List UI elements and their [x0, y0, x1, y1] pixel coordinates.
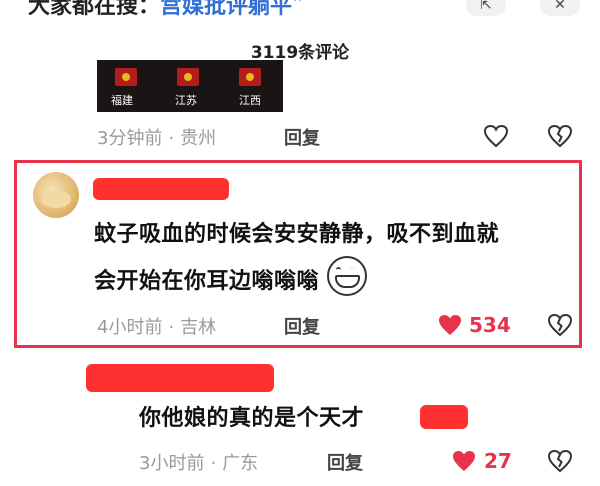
redacted-username: [93, 178, 229, 200]
comment-time: 3小时前: [139, 453, 205, 474]
share-icon[interactable]: ⇱: [466, 0, 506, 16]
reply-body: 你他娘的真的是个天才: [139, 398, 364, 440]
avatar[interactable]: [33, 172, 79, 218]
comment-meta: 3分钟前 · 贵州: [97, 128, 217, 149]
comment-time: 4小时前: [97, 317, 163, 338]
broken-heart-icon[interactable]: [545, 122, 575, 150]
comment-count-title: 3119条评论: [250, 43, 350, 63]
image-label-2: 江苏: [175, 94, 197, 107]
broken-heart-icon[interactable]: [545, 311, 575, 339]
comment-text-line-1: 蚊子吸血的时候会安安静静，吸不到血就: [94, 222, 500, 247]
flag-badge-3: [239, 68, 261, 86]
like-count: 27: [484, 449, 512, 473]
grinning-emoji-icon: [327, 256, 368, 296]
comment-text-line-2: 会开始在你耳边嗡嗡嗡: [94, 269, 320, 294]
comment-image[interactable]: 福建 江苏 江西: [97, 60, 283, 112]
comment-text-line-2-wrap: 会开始在你耳边嗡嗡嗡: [94, 256, 584, 303]
close-icon[interactable]: ✕: [540, 0, 580, 16]
redacted-avatar-and-username: [86, 364, 274, 392]
hot-search-header[interactable]: 大家都在搜：宫媒批评躺平˄: [28, 0, 303, 20]
redacted-emoji: [420, 405, 468, 429]
flag-badge-1: [115, 68, 137, 86]
heart-icon[interactable]: [435, 311, 465, 339]
image-label-1: 福建: [111, 94, 133, 107]
flag-badge-2: [177, 68, 199, 86]
heart-icon[interactable]: [481, 122, 511, 150]
hot-search-term[interactable]: 宫媒批评躺平: [160, 0, 292, 19]
comment-meta: 3小时前 · 广东: [139, 453, 259, 474]
comment-location: 吉林: [180, 317, 217, 338]
broken-heart-icon[interactable]: [545, 447, 575, 475]
comment-time: 3分钟前: [97, 128, 163, 149]
comment-location: 广东: [222, 453, 259, 474]
chevron-icon: ˄: [292, 0, 304, 19]
comment-body: 蚊子吸血的时候会安安静静，吸不到血就 会开始在你耳边嗡嗡嗡: [94, 214, 584, 303]
hot-search-prefix: 大家都在搜：: [28, 0, 161, 19]
reply-button[interactable]: 回复: [284, 124, 320, 150]
heart-icon[interactable]: [449, 447, 479, 475]
reply-button[interactable]: 回复: [284, 313, 320, 339]
image-label-3: 江西: [239, 94, 261, 107]
reply-button[interactable]: 回复: [327, 449, 363, 475]
comment-meta: 4小时前 · 吉林: [97, 317, 217, 338]
like-count: 534: [469, 313, 511, 337]
reply-text: 你他娘的真的是个天才: [139, 406, 365, 431]
comment-location: 贵州: [180, 128, 217, 149]
